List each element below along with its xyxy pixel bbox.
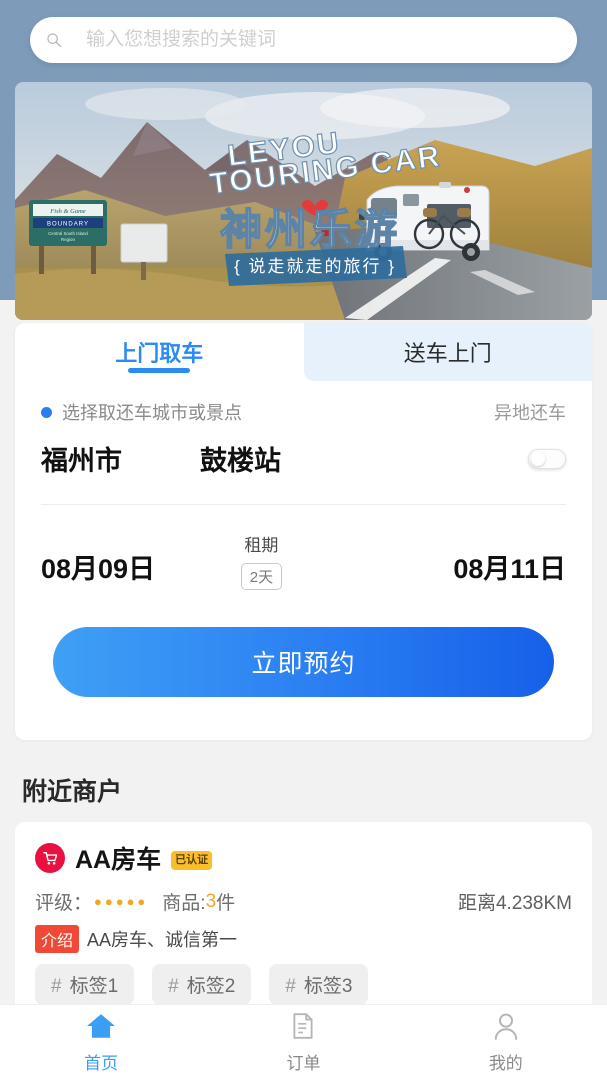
tab-pickup-label: 上门取车 (115, 341, 204, 366)
app-root: Fish & Game BOUNDARY Central South Islan… (0, 0, 607, 1080)
shop-cart-icon (35, 843, 65, 873)
nearby-merchants-title: 附近商户 (22, 778, 123, 806)
svg-text:Fish & Game: Fish & Game (49, 208, 86, 215)
merchant-tag-2-label: 标签2 (186, 976, 236, 997)
search-bar[interactable] (30, 17, 577, 63)
rating-stars: ●●●●● (94, 894, 149, 909)
booking-tabs: 上门取车 送车上门 (15, 323, 592, 381)
merchant-description-row: 介绍 AA房车、诚信第一 (15, 915, 592, 953)
goods-count: 3 (205, 890, 217, 912)
search-icon (44, 30, 64, 50)
goods-label: 商品: (162, 893, 206, 914)
svg-text:BOUNDARY: BOUNDARY (47, 222, 89, 228)
toggle-knob (531, 451, 545, 466)
merchant-header: AA房车 已认证 (15, 822, 592, 876)
tab-delivery-label: 送车上门 (403, 341, 492, 366)
nav-item-profile[interactable]: 我的 (405, 1005, 607, 1080)
rent-days-badge: 2天 (240, 563, 283, 590)
nav-item-home[interactable]: 首页 (0, 1005, 202, 1080)
location-hint-row: 选择取还车城市或景点 异地还车 (15, 381, 592, 425)
svg-text:{ 说走就走的旅行 }: { 说走就走的旅行 } (234, 257, 396, 276)
goods-unit: 件 (216, 893, 236, 914)
start-date-selector[interactable]: 08月09日 (41, 531, 155, 586)
nav-item-profile-label: 我的 (488, 1053, 523, 1073)
nav-item-orders-label: 订单 (286, 1053, 321, 1073)
bullet-dot-icon (41, 406, 52, 418)
merchant-description: AA房车、诚信第一 (87, 930, 238, 950)
booking-card: 上门取车 送车上门 选择取还车城市或景点 异地还车 福州市 鼓楼站 08月09日 (15, 323, 592, 740)
merchant-meta-row: 评级： ●●●●● 商品: 3 件 距离4.238KM (15, 876, 592, 915)
date-row: 08月09日 租期 2天 08月11日 (15, 505, 592, 590)
station-selector[interactable]: 鼓楼站 (200, 439, 281, 478)
tab-delivery[interactable]: 送车上门 (303, 323, 592, 381)
nav-item-home-label: 首页 (84, 1053, 119, 1073)
merchant-tag-3-label: 标签3 (303, 976, 353, 997)
nav-item-orders[interactable]: 订单 (202, 1005, 404, 1080)
home-icon (86, 1012, 116, 1045)
merchant-tag-1[interactable]: # 标签1 (35, 964, 135, 1005)
merchant-tag-3[interactable]: # 标签3 (269, 964, 369, 1005)
banner-artwork: Fish & Game BOUNDARY Central South Islan… (15, 82, 592, 320)
bottom-navigation-bar: 首页 订单 我的 (0, 1004, 607, 1080)
hash-icon: # (168, 976, 179, 997)
location-hint-label: 选择取还车城市或景点 (62, 403, 242, 423)
rating-label: 评级： (35, 893, 93, 914)
search-input[interactable] (64, 29, 577, 51)
document-icon (289, 1012, 317, 1045)
hash-icon: # (51, 976, 62, 997)
svg-text:Central South Island: Central South Island (48, 231, 88, 236)
person-icon (492, 1012, 520, 1045)
merchant-distance: 距离4.238KM (457, 893, 572, 914)
verified-badge: 已认证 (171, 850, 213, 870)
remote-return-label[interactable]: 异地还车 (494, 399, 566, 425)
location-row: 福州市 鼓楼站 (15, 425, 592, 478)
svg-text:Region: Region (61, 237, 75, 242)
hash-icon: # (285, 976, 296, 997)
merchant-tag-1-label: 标签1 (69, 976, 119, 997)
svg-text:神州乐游: 神州乐游 (220, 206, 400, 253)
merchant-tag-2[interactable]: # 标签2 (152, 964, 252, 1005)
book-now-button[interactable]: 立即预约 (53, 627, 554, 697)
city-selector[interactable]: 福州市 (41, 439, 122, 478)
intro-badge: 介绍 (35, 925, 80, 953)
end-date-selector[interactable]: 08月11日 (453, 531, 566, 586)
merchant-tag-row: # 标签1 # 标签2 # 标签3 (15, 953, 592, 1005)
rent-duration: 租期 2天 (240, 531, 283, 590)
tab-pickup[interactable]: 上门取车 (15, 323, 304, 381)
remote-return-toggle[interactable] (528, 448, 566, 469)
merchant-name: AA房车 (75, 846, 162, 874)
rent-duration-label: 租期 (244, 536, 279, 555)
tab-active-underline (128, 368, 191, 373)
merchant-card[interactable]: AA房车 已认证 评级： ●●●●● 商品: 3 件 距离4.238KM 介绍 … (15, 822, 592, 1012)
promo-banner[interactable]: Fish & Game BOUNDARY Central South Islan… (15, 82, 592, 320)
